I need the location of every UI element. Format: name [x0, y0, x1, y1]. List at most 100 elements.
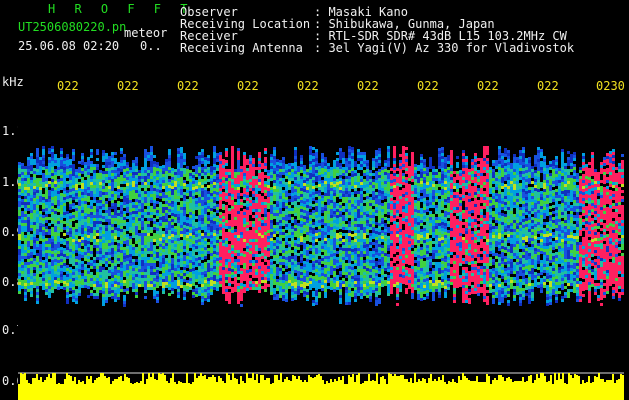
noise-cell	[39, 211, 42, 214]
noise-cell	[231, 227, 234, 230]
noise-cell	[165, 198, 168, 201]
noise-cell	[123, 187, 126, 190]
noise-cell	[249, 236, 252, 239]
noise-cell	[276, 159, 279, 162]
noise-cell	[126, 207, 129, 210]
noise-cell	[132, 190, 135, 193]
noise-cell	[171, 249, 174, 252]
noise-cell	[303, 198, 306, 201]
noise-cell	[159, 223, 162, 226]
noise-cell	[126, 228, 129, 231]
noise-cell	[51, 242, 54, 245]
noise-cell	[30, 228, 33, 231]
noise-cell	[207, 284, 210, 287]
noise-cell	[75, 208, 78, 211]
noise-cell	[126, 288, 129, 291]
noise-cell	[105, 285, 108, 288]
noise-cell	[321, 231, 324, 234]
noise-cell	[366, 181, 369, 184]
noise-cell	[300, 272, 303, 275]
noise-cell	[36, 202, 39, 205]
noise-cell	[333, 169, 336, 172]
noise-cell	[39, 196, 42, 199]
noise-cell	[24, 292, 27, 295]
noise-cell	[339, 217, 342, 220]
noise-cell	[30, 288, 33, 291]
noise-cell	[228, 271, 231, 274]
noise-cell	[231, 209, 234, 212]
noise-cell	[129, 281, 132, 284]
noise-cell	[288, 232, 291, 235]
noise-cell	[357, 236, 360, 239]
noise-cell	[180, 168, 183, 171]
noise-cell	[93, 230, 96, 233]
noise-cell	[252, 263, 255, 266]
noise-cell	[96, 266, 99, 269]
noise-cell	[183, 228, 186, 231]
noise-cell	[129, 209, 132, 212]
noise-cell	[84, 201, 87, 204]
noise-cell	[324, 244, 327, 247]
noise-cell	[297, 238, 300, 241]
noise-cell	[300, 203, 303, 206]
noise-cell	[348, 275, 351, 278]
noise-cell	[93, 164, 96, 167]
noise-cell	[279, 190, 282, 193]
noise-cell	[123, 211, 126, 214]
noise-cell	[240, 289, 243, 292]
noise-cell	[207, 155, 210, 158]
noise-cell	[105, 228, 108, 231]
noise-cell	[147, 284, 150, 287]
noise-cell	[162, 198, 165, 201]
noise-cell	[345, 227, 348, 230]
noise-cell	[291, 298, 294, 301]
noise-cell	[309, 287, 312, 290]
noise-cell	[162, 258, 165, 261]
noise-cell	[147, 170, 150, 173]
noise-cell	[348, 191, 351, 194]
noise-cell	[90, 284, 93, 287]
noise-cell	[24, 280, 27, 283]
noise-cell	[297, 184, 300, 187]
noise-cell	[105, 273, 108, 276]
noise-cell	[78, 221, 81, 224]
noise-cell	[240, 181, 243, 184]
noise-cell	[126, 240, 129, 243]
noise-cell	[90, 200, 93, 203]
noise-cell	[363, 275, 366, 278]
noise-cell	[171, 273, 174, 276]
noise-cell	[24, 265, 27, 268]
noise-cell	[57, 287, 60, 290]
noise-cell	[336, 263, 339, 266]
noise-cell	[63, 266, 66, 269]
noise-cell	[153, 173, 156, 176]
noise-cell	[123, 202, 126, 205]
noise-cell	[231, 260, 234, 263]
noise-cell	[234, 211, 237, 214]
noise-cell	[351, 222, 354, 225]
noise-cell	[108, 198, 111, 201]
noise-cell	[198, 209, 201, 212]
noise-cell	[366, 208, 369, 211]
noise-cell	[261, 166, 264, 169]
noise-cell	[84, 207, 87, 210]
noise-cell	[297, 286, 300, 289]
noise-cell	[357, 266, 360, 269]
noise-cell	[330, 191, 333, 194]
noise-cell	[108, 210, 111, 213]
noise-cell	[93, 257, 96, 260]
noise-cell	[264, 217, 267, 220]
noise-cell	[108, 195, 111, 198]
noise-cell	[345, 170, 348, 173]
noise-cell	[75, 247, 78, 250]
noise-cell	[363, 290, 366, 293]
noise-cell	[111, 155, 114, 158]
noise-cell	[45, 172, 48, 175]
noise-cell	[114, 236, 117, 239]
noise-cell	[48, 238, 51, 241]
noise-cell	[219, 263, 222, 266]
noise-cell	[231, 212, 234, 215]
noise-cell	[252, 269, 255, 272]
noise-cell	[165, 267, 168, 270]
noise-cell	[126, 210, 129, 213]
